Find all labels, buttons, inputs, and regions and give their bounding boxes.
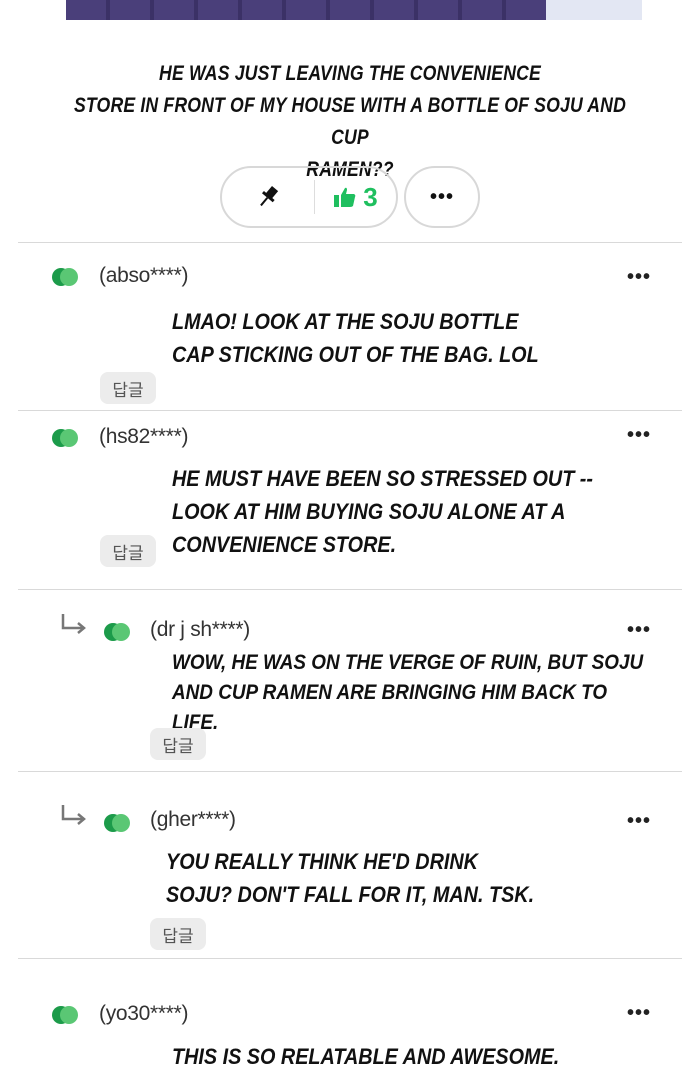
comment-body: HE MUST HAVE BEEN SO STRESSED OUT -- LOO…: [172, 466, 593, 557]
reply-button[interactable]: 답글: [100, 372, 156, 404]
comment-more-button[interactable]: •••: [627, 619, 651, 642]
comment-author: (abso****): [99, 264, 189, 287]
divider: [18, 410, 682, 411]
like-button[interactable]: 3: [315, 168, 396, 226]
top-image-accent: [546, 0, 642, 20]
post-more-button[interactable]: •••: [404, 166, 480, 228]
top-image: [66, 0, 642, 20]
divider: [18, 242, 682, 243]
green-dots-icon: [104, 813, 130, 833]
comment-more-button[interactable]: •••: [627, 266, 651, 289]
comment-author: (hs82****): [99, 425, 189, 448]
comment-more-button[interactable]: •••: [627, 810, 651, 833]
divider: [18, 771, 682, 772]
reply-button[interactable]: 답글: [100, 535, 156, 567]
action-pill: 3: [220, 166, 398, 228]
comment-body: THIS IS SO RELATABLE AND AWESOME.: [172, 1044, 560, 1069]
reply-arrow-icon: [61, 805, 86, 825]
comment-author: (dr j sh****): [150, 618, 250, 641]
reply-button[interactable]: 답글: [150, 728, 206, 760]
pin-icon: [260, 186, 279, 207]
comment-author: (gher****): [150, 808, 236, 831]
green-dots-icon: [104, 622, 130, 642]
thumbs-up-icon: [334, 187, 356, 207]
reply-arrow-icon: [61, 614, 86, 634]
comment-body: WOW, HE WAS ON THE VERGE OF RUIN, BUT SO…: [172, 651, 644, 734]
comment-more-button[interactable]: •••: [627, 424, 651, 447]
pin-button[interactable]: [222, 168, 314, 226]
green-dots-icon: [52, 267, 78, 287]
reply-button[interactable]: 답글: [150, 918, 206, 950]
like-count: 3: [363, 181, 378, 212]
divider: [18, 589, 682, 590]
comment-body: LMAO! LOOK AT THE SOJU BOTTLE CAP STICKI…: [172, 309, 539, 367]
green-dots-icon: [52, 428, 78, 448]
comment-author: (yo30****): [99, 1002, 189, 1025]
divider: [18, 958, 682, 959]
comment-body: YOU REALLY THINK HE'D DRINK SOJU? DON'T …: [166, 849, 535, 907]
green-dots-icon: [52, 1005, 78, 1025]
comment-more-button[interactable]: •••: [627, 1002, 651, 1025]
